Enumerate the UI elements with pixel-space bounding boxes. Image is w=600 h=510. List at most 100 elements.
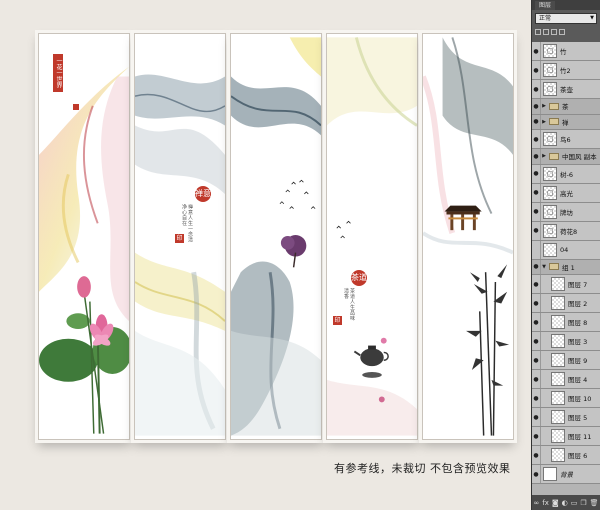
layer-name: 图层 2: [568, 300, 588, 308]
layer-row[interactable]: ● 图层 8: [532, 313, 600, 332]
layer-row[interactable]: ● 图层 9: [532, 351, 600, 370]
layer-row[interactable]: ● ▢ 高光: [532, 183, 600, 203]
layer-thumbnail: [543, 242, 557, 257]
layer-row[interactable]: ● ▢ 牌坊: [532, 202, 600, 222]
layer-row[interactable]: ● 图层 5: [532, 408, 600, 427]
smart-object-icon: ▢: [547, 188, 554, 197]
visibility-eye-icon[interactable]: ●: [532, 164, 541, 183]
layer-name: 图层 9: [568, 357, 588, 365]
smart-object-icon: ▢: [547, 47, 554, 55]
layer-row[interactable]: ● ▢ 竹2: [532, 61, 600, 80]
smart-object-icon: ▢: [547, 66, 554, 74]
layer-thumbnail: [551, 334, 565, 348]
blend-mode-select[interactable]: 正常 ▼: [535, 13, 597, 24]
expand-down-icon[interactable]: ▼: [541, 264, 547, 270]
visibility-eye-icon[interactable]: [532, 240, 541, 259]
layer-name: 组 1: [562, 263, 575, 272]
visibility-eye-icon[interactable]: ●: [532, 389, 541, 407]
visibility-eye-icon[interactable]: ●: [532, 294, 541, 312]
visibility-eye-icon[interactable]: ●: [532, 202, 541, 221]
link-icon[interactable]: ∞: [533, 499, 539, 507]
folder-icon[interactable]: ▭: [571, 499, 578, 507]
visibility-eye-icon[interactable]: ●: [532, 313, 541, 331]
visibility-eye-icon[interactable]: ●: [532, 99, 541, 114]
bamboo-artwork: [423, 37, 513, 436]
mask-icon[interactable]: ◙: [552, 499, 559, 507]
layer-name: 背景: [560, 471, 573, 479]
layer-thumbnail: ▢: [543, 166, 557, 181]
visibility-eye-icon[interactable]: ●: [532, 114, 541, 129]
visibility-eye-icon[interactable]: ●: [532, 149, 541, 164]
document-canvas[interactable]: 一花一世界 禅意 禅意人生一念清净心自在 印 茶道 茶道人生品味清香 印 有参考…: [0, 0, 530, 510]
layer-name: 图层 11: [568, 433, 592, 441]
adjustment-icon[interactable]: ◐: [562, 499, 568, 507]
layer-row[interactable]: ● 图层 10: [532, 389, 600, 408]
layer-name: 牌坊: [560, 208, 573, 217]
layer-thumbnail: [551, 448, 565, 462]
visibility-eye-icon[interactable]: ●: [532, 183, 541, 202]
layer-name: 图层 6: [568, 452, 588, 460]
visibility-eye-icon[interactable]: ●: [532, 275, 541, 293]
layer-thumbnail: ▢: [543, 132, 557, 146]
layer-thumbnail: [551, 429, 565, 443]
layer-name: 茶壶: [560, 86, 573, 94]
layers-tab[interactable]: 图层: [535, 0, 556, 10]
visibility-eye-icon[interactable]: ●: [532, 61, 541, 79]
layer-thumbnail: ▢: [543, 223, 557, 238]
layer-thumbnail: [551, 353, 565, 367]
layers-bottom-bar: ∞ fx ◙ ◐ ▭ ❐ 🗑: [532, 495, 600, 510]
panel-bamboo: [422, 33, 514, 440]
visibility-eye-icon[interactable]: ●: [532, 259, 541, 274]
panel-lotus: 一花一世界: [38, 33, 130, 440]
visibility-eye-icon[interactable]: ●: [532, 130, 541, 148]
layer-row[interactable]: ● ▢ 树-6: [532, 164, 600, 184]
smart-object-icon: ▢: [547, 85, 554, 93]
expand-right-icon[interactable]: ▶: [541, 119, 547, 125]
panel-mountain: [230, 33, 322, 440]
visibility-eye-icon[interactable]: ●: [532, 408, 541, 426]
expand-right-icon[interactable]: ▶: [541, 103, 547, 109]
layers-panel[interactable]: 图层 正常 ▼ ● ▢ 竹 ● ▢ 竹2 ● ▢ 茶壶 ● ▶ 茶 ● ▶ 禅 ● ▢ 鸟6 ● ▶ 中国风 副本 ● ▢ 树…: [531, 0, 600, 510]
lock-all-icon[interactable]: [559, 28, 565, 35]
layer-row[interactable]: ● 图层 2: [532, 294, 600, 313]
layer-row[interactable]: 04: [532, 240, 600, 260]
lock-transparent-icon[interactable]: [535, 28, 541, 35]
layer-row[interactable]: ● ▶ 茶: [532, 99, 600, 115]
visibility-eye-icon[interactable]: ●: [532, 221, 541, 240]
layer-thumbnail: [551, 277, 565, 291]
visibility-eye-icon[interactable]: ●: [532, 446, 541, 464]
layer-row[interactable]: ● ▶ 中国风 副本: [532, 149, 600, 165]
lock-paint-icon[interactable]: [543, 28, 549, 35]
layer-name: 中国风 副本: [562, 153, 597, 162]
layer-row[interactable]: ● ▼ 组 1: [532, 259, 600, 275]
visibility-eye-icon[interactable]: ●: [532, 427, 541, 445]
lock-move-icon[interactable]: [551, 28, 557, 35]
visibility-eye-icon[interactable]: ●: [532, 351, 541, 369]
new-layer-icon[interactable]: ❐: [580, 499, 586, 507]
layer-row[interactable]: ● ▢ 鸟6: [532, 130, 600, 149]
visibility-eye-icon[interactable]: ●: [532, 465, 541, 483]
layer-row[interactable]: ● 图层 11: [532, 427, 600, 446]
expand-right-icon[interactable]: ▶: [541, 153, 547, 159]
panel1-seal: 一花一世界: [53, 54, 63, 92]
tea-seal: 印: [333, 316, 342, 325]
visibility-eye-icon[interactable]: ●: [532, 332, 541, 350]
layer-row[interactable]: ● 背景: [532, 465, 600, 484]
smart-object-icon: ▢: [547, 226, 554, 235]
visibility-eye-icon[interactable]: ●: [532, 370, 541, 388]
layer-row[interactable]: ● 图层 4: [532, 370, 600, 389]
trash-icon[interactable]: 🗑: [590, 499, 599, 507]
layer-row[interactable]: ● ▶ 禅: [532, 114, 600, 130]
layer-row[interactable]: ● ▢ 竹: [532, 42, 600, 61]
layer-row[interactable]: ● 图层 7: [532, 275, 600, 294]
fx-icon[interactable]: fx: [542, 499, 549, 507]
layer-thumbnail: [551, 315, 565, 329]
visibility-eye-icon[interactable]: ●: [532, 42, 541, 60]
visibility-eye-icon[interactable]: ●: [532, 80, 541, 98]
panel-zen: 禅意 禅意人生一念清净心自在 印: [134, 33, 226, 440]
layer-list[interactable]: ● ▢ 竹 ● ▢ 竹2 ● ▢ 茶壶 ● ▶ 茶 ● ▶ 禅 ● ▢ 鸟6 ● ▶ 中国风 副本 ● ▢ 树-6 ● ▢ 高光 ● ▢…: [532, 42, 600, 495]
layer-row[interactable]: ● ▢ 茶壶: [532, 80, 600, 99]
layer-row[interactable]: ● ▢ 荷花8: [532, 221, 600, 241]
layer-row[interactable]: ● 图层 6: [532, 446, 600, 465]
layer-row[interactable]: ● 图层 3: [532, 332, 600, 351]
